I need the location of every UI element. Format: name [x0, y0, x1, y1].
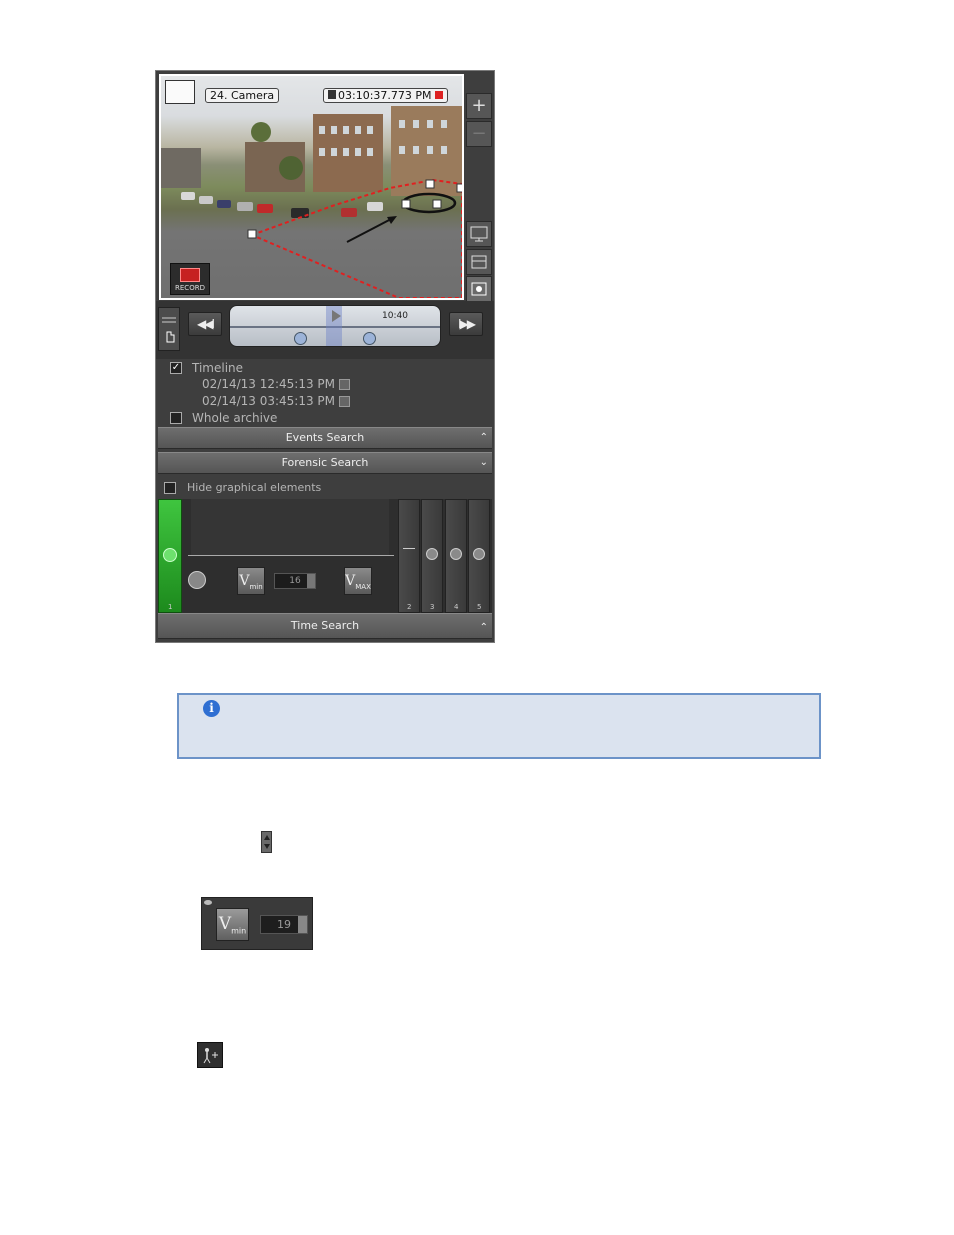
info-icon: i: [203, 700, 220, 717]
size-icon: [473, 548, 485, 560]
lane-1[interactable]: 1: [158, 499, 182, 613]
step-forward-button[interactable]: I▶▶: [449, 312, 483, 336]
stepper-arrows-icon[interactable]: [307, 574, 315, 588]
zoom-in-button[interactable]: +: [466, 93, 492, 119]
film-icon[interactable]: [165, 80, 195, 104]
camera-name-label: 24. Camera: [205, 88, 280, 103]
direction-icon: [403, 548, 415, 560]
camera-window: 24. Camera 03:10:37.773 PM RECORD + − ◀◀…: [155, 70, 495, 643]
mark-in-icon[interactable]: [294, 332, 307, 345]
video-frame[interactable]: 24. Camera 03:10:37.773 PM RECORD: [159, 74, 464, 300]
whole-archive-label: Whole archive: [192, 411, 278, 425]
time-search-header[interactable]: Time Search ⌃: [158, 613, 492, 639]
record-icon: [180, 268, 200, 282]
eye-icon: [204, 900, 212, 905]
lane-5[interactable]: 5: [468, 499, 490, 613]
disc-icon[interactable]: [188, 571, 206, 589]
chevron-up-icon: ⌃: [479, 622, 488, 633]
layout-icon[interactable]: [466, 249, 492, 275]
vmin-button: Vmin: [216, 908, 249, 941]
lane-4[interactable]: 4: [445, 499, 467, 613]
vmin-control-example: Vmin 19: [201, 897, 313, 950]
hand-tool-icon[interactable]: [158, 307, 180, 351]
calendar-icon[interactable]: [339, 379, 351, 390]
forensic-panel: 1 Vmin 16 VMAX 2 3 4 5: [158, 499, 492, 613]
timeline-checkbox[interactable]: ✓: [170, 362, 182, 374]
hand-glyph: [162, 317, 176, 343]
lane-2[interactable]: 2: [398, 499, 420, 613]
stepper-arrows-icon: [298, 916, 307, 933]
calendar-icon[interactable]: [339, 396, 351, 407]
timestamp-label: 03:10:37.773 PM: [323, 88, 448, 103]
events-search-header[interactable]: Events Search ⌃: [158, 427, 492, 449]
vmin-stepper: 19: [260, 915, 308, 934]
stepper-arrows-icon: [261, 831, 272, 853]
hide-graphical-label: Hide graphical elements: [187, 481, 322, 494]
vmin-stepper[interactable]: 16: [274, 573, 316, 589]
range-line: [188, 555, 394, 556]
clock-icon: [426, 548, 438, 560]
monitor-icon[interactable]: [466, 221, 492, 247]
timeline-time: 10:40: [382, 311, 408, 321]
archive-icon[interactable]: [466, 276, 492, 302]
lane-3[interactable]: 3: [421, 499, 443, 613]
record-indicator-icon: [434, 91, 443, 99]
chevron-up-icon: ⌃: [479, 432, 488, 443]
end-datetime[interactable]: 02/14/13 03:45:13 PM: [202, 394, 351, 408]
layout-glyph: [471, 255, 487, 269]
info-note: i: [177, 693, 821, 759]
chevron-down-icon: ⌄: [479, 457, 488, 468]
record-button[interactable]: RECORD: [170, 263, 210, 295]
playback-bar: ◀◀I 10:40 I▶▶: [156, 301, 494, 359]
archive-glyph: [471, 282, 487, 296]
color-icon: [450, 548, 462, 560]
forensic-work-area: [191, 499, 389, 555]
pause-icon[interactable]: [328, 90, 336, 99]
motion-direction-icon: [163, 548, 177, 562]
person-zone-icon: [197, 1042, 223, 1068]
whole-archive-checkbox[interactable]: [170, 412, 182, 424]
lane-number: 1: [168, 603, 173, 611]
zoom-out-button[interactable]: −: [466, 121, 492, 147]
timeline-label: Timeline: [192, 361, 244, 375]
hide-graphical-checkbox[interactable]: [164, 482, 176, 494]
timeline-slider[interactable]: 10:40: [229, 305, 441, 347]
monitor-glyph: [470, 226, 488, 242]
person-glyph: [203, 1048, 218, 1064]
play-icon[interactable]: [332, 310, 341, 322]
step-back-button[interactable]: ◀◀I: [188, 312, 222, 336]
vmin-button[interactable]: Vmin: [237, 567, 265, 595]
start-datetime[interactable]: 02/14/13 12:45:13 PM: [202, 377, 351, 391]
mark-out-icon[interactable]: [363, 332, 376, 345]
vmax-button[interactable]: VMAX: [344, 567, 372, 595]
forensic-search-header[interactable]: Forensic Search ⌄: [158, 452, 492, 474]
